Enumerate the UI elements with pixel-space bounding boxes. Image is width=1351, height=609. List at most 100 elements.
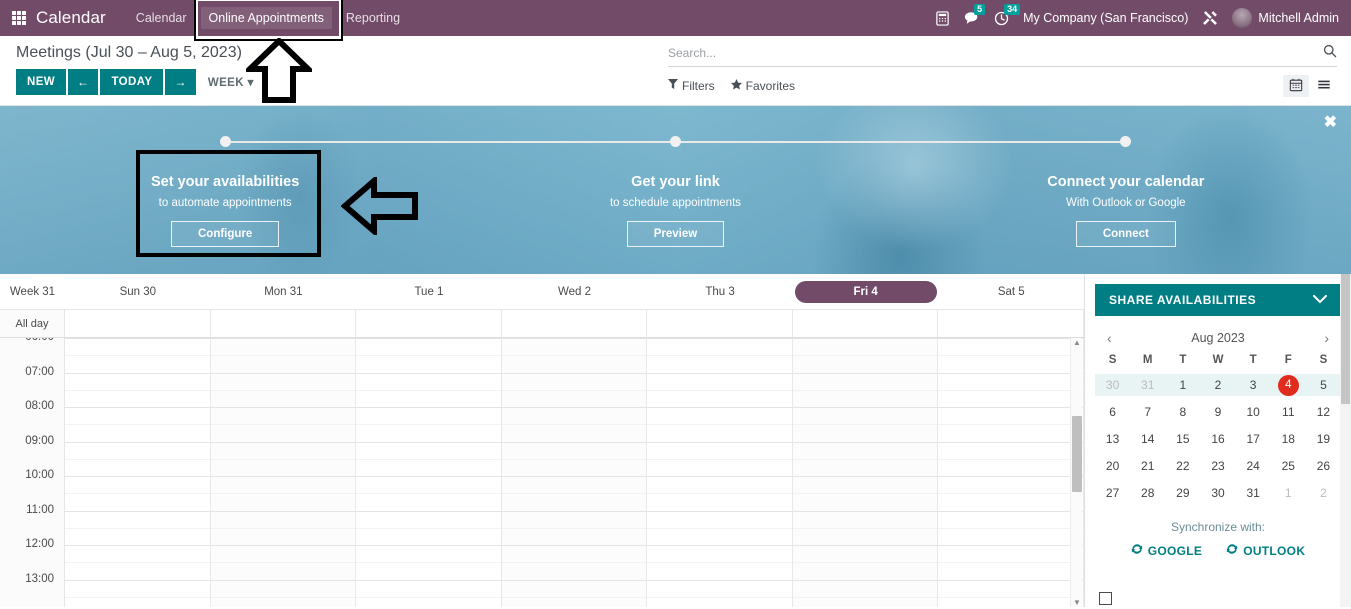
mini-calendar: ‹ Aug 2023 › S M T W T F S 30 31 1 2 3 4 5 6 7 8 9 10 11 12 1… <box>1095 330 1341 504</box>
app-brand-title[interactable]: Calendar <box>36 8 106 28</box>
filter-row: Filters Favorites <box>668 75 1337 97</box>
day-column-header-thu[interactable]: Thu 3 <box>647 286 793 298</box>
day-column-header-tue[interactable]: Tue 1 <box>356 286 502 298</box>
day-column[interactable] <box>65 338 211 607</box>
mini-calendar-day[interactable]: 24 <box>1236 455 1271 477</box>
nav-tab-online-appointments[interactable]: Online Appointments <box>193 0 344 41</box>
chevron-left-icon[interactable]: ‹ <box>1103 330 1116 346</box>
day-column-header-mon[interactable]: Mon 31 <box>211 286 357 298</box>
nav-tab-reporting[interactable]: Reporting <box>338 7 408 29</box>
mini-calendar-day[interactable]: 14 <box>1130 428 1165 450</box>
chevron-right-icon[interactable]: › <box>1320 330 1333 346</box>
mini-calendar-day[interactable]: 20 <box>1095 455 1130 477</box>
view-switcher <box>1283 75 1337 97</box>
today-button[interactable]: TODAY <box>100 69 164 95</box>
mini-calendar-day[interactable]: 22 <box>1165 455 1200 477</box>
configure-button[interactable]: Configure <box>171 221 280 247</box>
mini-calendar-day[interactable]: 30 <box>1200 482 1235 504</box>
day-column[interactable] <box>792 338 939 607</box>
apps-grid-icon[interactable] <box>12 11 26 25</box>
messages-icon[interactable]: 5 <box>964 4 986 25</box>
step-title: Set your availabilities <box>151 174 300 190</box>
mini-calendar-day[interactable]: 7 <box>1130 401 1165 423</box>
mini-calendar-day[interactable]: 23 <box>1200 455 1235 477</box>
mini-calendar-day[interactable]: 8 <box>1165 401 1200 423</box>
mini-calendar-day[interactable]: 2 <box>1306 482 1341 504</box>
all-day-cell[interactable] <box>502 310 648 337</box>
search-input[interactable] <box>668 45 1323 60</box>
user-menu[interactable]: Mitchell Admin <box>1232 8 1339 28</box>
tools-icon[interactable] <box>1202 10 1218 26</box>
close-icon[interactable]: ✖ <box>1324 115 1337 131</box>
all-day-cell[interactable] <box>938 310 1085 337</box>
calendar-view-icon[interactable] <box>1283 75 1309 97</box>
day-column-header-sat[interactable]: Sat 5 <box>938 286 1084 298</box>
activities-clock-icon[interactable]: 34 <box>994 3 1021 26</box>
filters-dropdown[interactable]: Filters <box>668 79 715 93</box>
mini-calendar-day[interactable]: 9 <box>1200 401 1235 423</box>
calendar-vertical-scrollbar[interactable]: ▲ ▼ <box>1070 338 1082 607</box>
all-day-cell[interactable] <box>65 310 211 337</box>
mini-calendar-day[interactable]: 12 <box>1306 401 1341 423</box>
day-column[interactable] <box>356 338 502 607</box>
day-column-header-wed[interactable]: Wed 2 <box>502 286 648 298</box>
scroll-down-icon[interactable]: ▼ <box>1073 598 1081 607</box>
mini-calendar-day[interactable]: 26 <box>1306 455 1341 477</box>
mini-calendar-day[interactable]: 19 <box>1306 428 1341 450</box>
mini-calendar-day[interactable]: 31 <box>1236 482 1271 504</box>
day-column[interactable] <box>501 338 648 607</box>
mini-calendar-day[interactable]: 18 <box>1271 428 1306 450</box>
mini-calendar-dow: F <box>1284 354 1292 366</box>
mini-calendar-day[interactable]: 30 <box>1095 374 1131 396</box>
sidebar-scrollbar[interactable] <box>1340 274 1351 607</box>
scroll-up-icon[interactable]: ▲ <box>1073 338 1081 347</box>
previous-period-button[interactable]: ← <box>68 69 99 95</box>
day-column[interactable] <box>647 338 793 607</box>
mini-calendar-day[interactable]: 3 <box>1235 374 1271 396</box>
search-icon[interactable] <box>1323 44 1337 61</box>
mini-calendar-day[interactable]: 28 <box>1130 482 1165 504</box>
share-availabilities-button[interactable]: SHARE AVAILABILITIES <box>1095 284 1341 316</box>
mini-calendar-day[interactable]: 27 <box>1095 482 1130 504</box>
all-day-cell[interactable] <box>211 310 357 337</box>
favorites-dropdown[interactable]: Favorites <box>730 79 795 93</box>
mini-calendar-day[interactable]: 11 <box>1271 401 1306 423</box>
mini-calendar-day[interactable]: 25 <box>1271 455 1306 477</box>
sidebar-scrollbar-thumb[interactable] <box>1341 274 1350 404</box>
mini-calendar-day[interactable]: 31 <box>1130 374 1166 396</box>
mini-calendar-day[interactable]: 21 <box>1130 455 1165 477</box>
mini-calendar-day[interactable]: 16 <box>1200 428 1235 450</box>
list-view-icon[interactable] <box>1311 75 1337 97</box>
activity-phone-icon[interactable] <box>935 10 950 26</box>
step-dot <box>1120 136 1132 147</box>
mini-calendar-day-today[interactable]: 4 <box>1270 374 1306 396</box>
mini-calendar-day[interactable]: 17 <box>1236 428 1271 450</box>
day-column[interactable] <box>210 338 357 607</box>
mini-calendar-day[interactable]: 6 <box>1095 401 1130 423</box>
attendee-filter-checkbox[interactable] <box>1099 592 1112 605</box>
scale-selector[interactable]: WEEK ▾ <box>208 75 254 89</box>
all-day-cell[interactable] <box>356 310 502 337</box>
new-button[interactable]: NEW <box>16 69 67 95</box>
mini-calendar-day[interactable]: 13 <box>1095 428 1130 450</box>
day-column[interactable] <box>938 338 1084 607</box>
company-switcher[interactable]: My Company (San Francisco) <box>1023 11 1188 25</box>
all-day-cell[interactable] <box>647 310 793 337</box>
mini-calendar-day[interactable]: 2 <box>1200 374 1236 396</box>
sync-google-link[interactable]: GOOGLE <box>1131 543 1202 558</box>
mini-calendar-day[interactable]: 15 <box>1165 428 1200 450</box>
next-period-button[interactable]: → <box>165 69 196 95</box>
all-day-cell[interactable] <box>793 310 939 337</box>
day-column-header-fri-today[interactable]: Fri 4 <box>793 280 939 303</box>
mini-calendar-day[interactable]: 1 <box>1165 374 1201 396</box>
mini-calendar-day[interactable]: 10 <box>1236 401 1271 423</box>
mini-calendar-day[interactable]: 1 <box>1271 482 1306 504</box>
mini-calendar-day[interactable]: 29 <box>1165 482 1200 504</box>
nav-tab-calendar[interactable]: Calendar <box>128 7 195 29</box>
preview-button[interactable]: Preview <box>626 221 725 247</box>
day-column-header-sun[interactable]: Sun 30 <box>65 286 211 298</box>
mini-calendar-day[interactable]: 5 <box>1305 374 1341 396</box>
connect-button[interactable]: Connect <box>1075 221 1176 247</box>
sync-outlook-link[interactable]: OUTLOOK <box>1226 543 1305 558</box>
scrollbar-thumb[interactable] <box>1072 416 1082 492</box>
